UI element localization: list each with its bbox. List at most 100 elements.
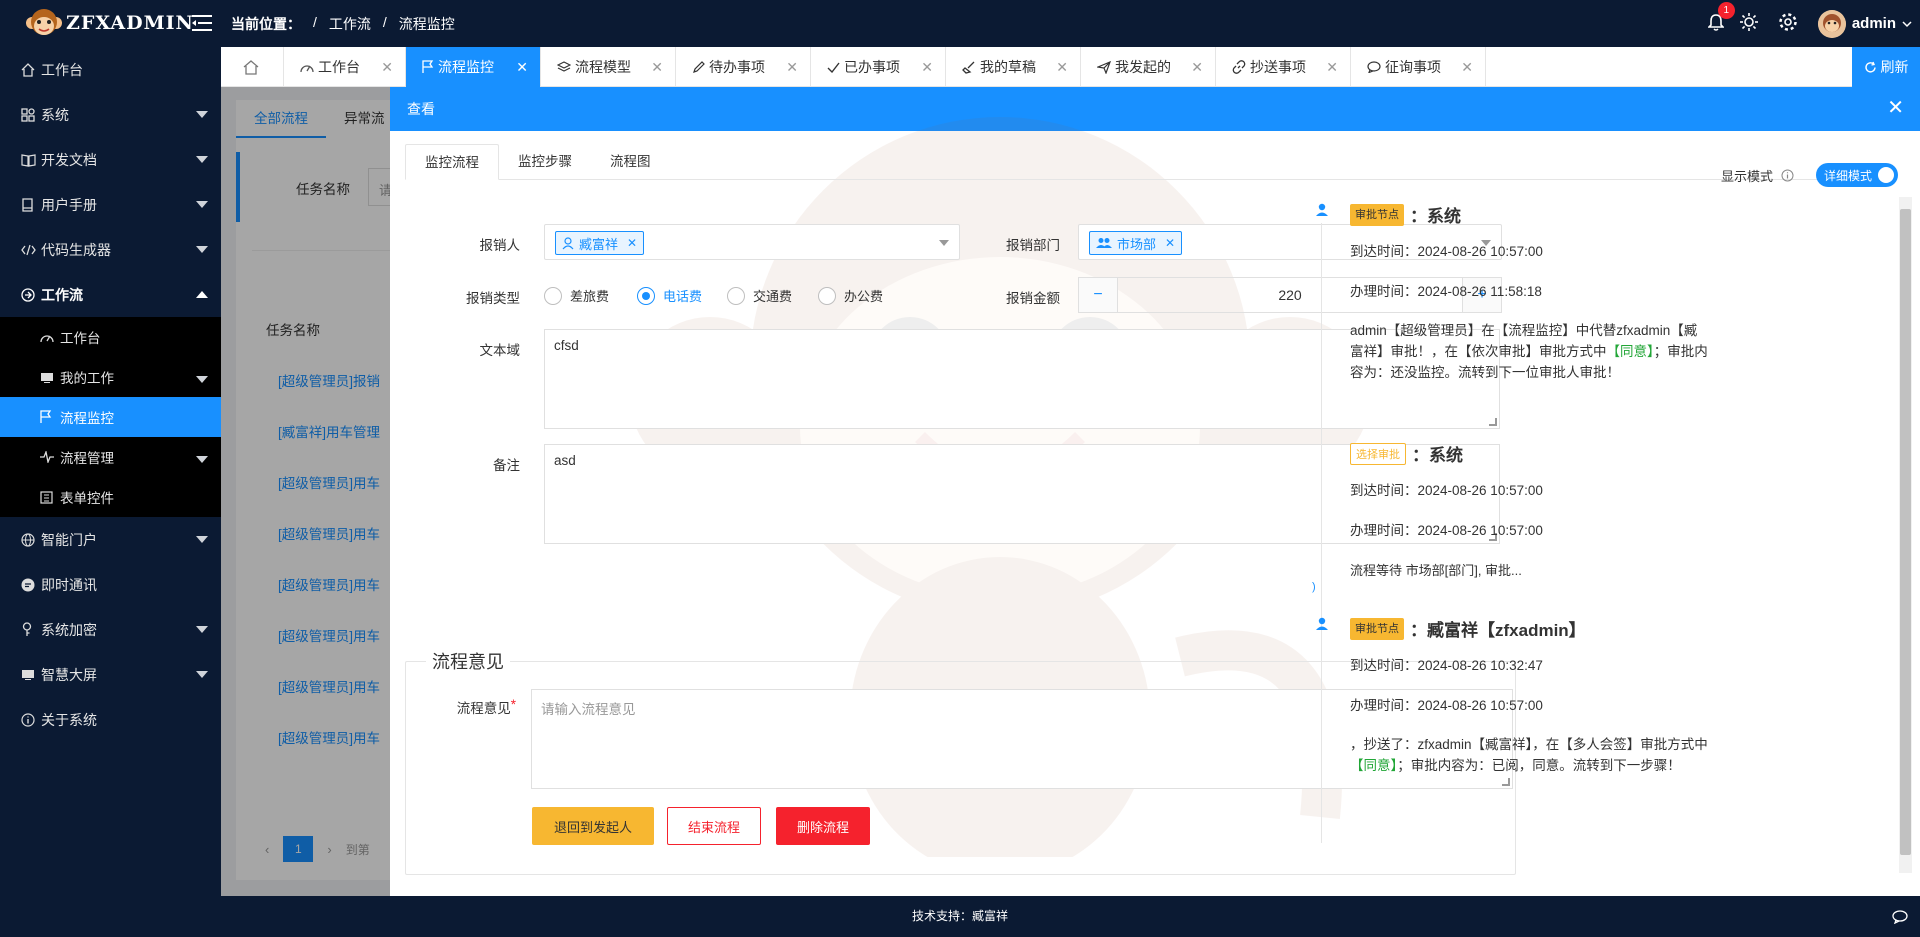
info-icon (21, 712, 37, 727)
username[interactable]: admin (1852, 15, 1896, 32)
page-tab-bar: 工作台 ✕ 流程监控 ✕ 流程模型 ✕ 待办事项 ✕ 已办事项 ✕ 我的草稿 ✕ 我发起的 ✕… (221, 47, 1920, 87)
sidebar-item-user-manual[interactable]: 用户手册 (0, 182, 221, 227)
caret-down-icon (196, 156, 208, 163)
chip-remove-icon[interactable]: ✕ (1165, 236, 1175, 250)
tab-drafts[interactable]: 我的草稿 ✕ (946, 47, 1081, 87)
tab-monitor-steps[interactable]: 监控步骤 (499, 144, 591, 180)
app-logo[interactable]: ZFXADMIN (26, 5, 194, 41)
sidebar-item-about[interactable]: 关于系统 (0, 697, 221, 742)
sidebar-subitem-my-work[interactable]: 我的工作 (0, 357, 221, 397)
sidebar-item-big-screen[interactable]: 智慧大屏 (0, 652, 221, 697)
tab-label: 流程模型 (575, 59, 631, 75)
node-title: ：臧富祥【zfxadmin】 (1410, 621, 1586, 640)
choice-node-icon: ) (1312, 581, 1316, 593)
close-icon[interactable]: ✕ (1056, 59, 1068, 76)
scrollbar-thumb[interactable] (1900, 209, 1911, 855)
radio-phone[interactable]: 电话费 (637, 286, 702, 305)
display-mode-toggle[interactable]: 详细模式 (1815, 163, 1898, 187)
tab-label: 工作台 (318, 59, 360, 75)
sidebar-subitem-label: 表单控件 (60, 491, 114, 506)
sidebar-submenu-workflow: 工作台 我的工作 流程监控 流程管理 表单控件 (0, 317, 221, 517)
sidebar-item-dashboard[interactable]: 工作台 (0, 47, 221, 92)
timeline-scrollbar[interactable] (1899, 197, 1912, 873)
radio-transport[interactable]: 交通费 (727, 286, 792, 305)
sidebar-item-label: 即时通讯 (41, 576, 97, 593)
sidebar-subitem-process-monitor[interactable]: 流程监控 (0, 397, 221, 437)
close-icon[interactable]: ✕ (786, 59, 798, 76)
workflow-icon (21, 287, 37, 302)
breadcrumb-label: 当前位置： (231, 16, 301, 32)
sidebar-subitem-dashboard[interactable]: 工作台 (0, 317, 221, 357)
applicant-select[interactable]: 臧富祥 ✕ (544, 224, 960, 260)
close-icon[interactable]: ✕ (651, 59, 663, 76)
tab-process-model[interactable]: 流程模型 ✕ (541, 47, 676, 87)
close-icon[interactable]: ✕ (1326, 59, 1338, 76)
tab-cc[interactable]: 抄送事项 ✕ (1216, 47, 1351, 87)
chat-bubble-icon[interactable] (1892, 910, 1908, 924)
settings-button[interactable] (1778, 12, 1798, 35)
tab-initiated[interactable]: 我发起的 ✕ (1081, 47, 1216, 87)
tab-consult[interactable]: 征询事项 ✕ (1351, 47, 1486, 87)
node-tag: 审批节点 (1350, 203, 1404, 226)
tab-done[interactable]: 已办事项 ✕ (811, 47, 946, 87)
footer: 技术支持：臧富祥 (0, 896, 1920, 937)
decrement-button[interactable]: − (1079, 278, 1117, 312)
sidebar-item-dev-docs[interactable]: 开发文档 (0, 137, 221, 182)
gear-icon (1779, 13, 1797, 31)
broom-icon (962, 61, 975, 74)
chip-remove-icon[interactable]: ✕ (627, 236, 637, 250)
close-icon[interactable]: ✕ (1191, 59, 1203, 76)
manual-icon (21, 197, 37, 212)
theme-toggle-button[interactable] (1739, 13, 1758, 34)
monitor-icon (21, 669, 37, 680)
sidebar-item-workflow[interactable]: 工作流 (0, 272, 221, 317)
sidebar-subitem-process-manage[interactable]: 流程管理 (0, 437, 221, 477)
menu-toggle-icon[interactable] (192, 14, 212, 35)
close-icon[interactable]: ✕ (1461, 59, 1473, 76)
sidebar-item-portal[interactable]: 智能门户 (0, 517, 221, 562)
tab-todo[interactable]: 待办事项 ✕ (676, 47, 811, 87)
breadcrumb-item-workflow[interactable]: 工作流 (329, 14, 371, 34)
node-description: admin【超级管理员】在【流程监控】中代替zfxadmin【臧富祥】审批！，在… (1350, 323, 1708, 380)
close-icon[interactable]: ✕ (921, 59, 933, 76)
layers-icon (557, 61, 571, 72)
send-icon (1097, 60, 1111, 74)
return-to-initiator-button[interactable]: 退回到发起人 (532, 807, 654, 845)
comment-icon (1367, 61, 1381, 73)
pulse-icon (40, 451, 56, 463)
tab-label: 待办事项 (709, 59, 765, 75)
tab-home[interactable] (221, 47, 284, 87)
node-handle-time: 办理时间：2024-08-26 10:57:00 (1350, 698, 1543, 713)
type-radio-group: 差旅费 电话费 交通费 办公费 (544, 286, 904, 306)
tab-process-monitor[interactable]: 流程监控 ✕ (406, 47, 541, 87)
caret-down-icon (196, 536, 208, 543)
sidebar-subitem-form-controls[interactable]: 表单控件 (0, 477, 221, 517)
close-icon[interactable]: ✕ (516, 59, 528, 76)
radio-label: 差旅费 (570, 289, 610, 304)
caret-down-icon (196, 671, 208, 678)
tab-flow-chart[interactable]: 流程图 (591, 144, 670, 180)
user-node-icon (1316, 617, 1328, 630)
code-icon (21, 244, 37, 256)
sidebar-subitem-label: 流程监控 (60, 411, 114, 426)
delete-process-button[interactable]: 删除流程 (776, 807, 870, 845)
avatar[interactable] (1817, 9, 1846, 38)
tab-monitor-process[interactable]: 监控流程 (405, 144, 499, 180)
radio-label: 交通费 (753, 289, 793, 304)
notification-button[interactable]: 1 (1706, 1, 1735, 34)
tab-dashboard[interactable]: 工作台 ✕ (284, 47, 406, 87)
radio-office[interactable]: 办公费 (818, 286, 883, 305)
sidebar-item-system[interactable]: 系统 (0, 92, 221, 137)
radio-travel[interactable]: 差旅费 (544, 286, 609, 305)
sidebar-item-encryption[interactable]: 系统加密 (0, 607, 221, 652)
close-icon[interactable]: ✕ (381, 59, 393, 76)
end-process-button[interactable]: 结束流程 (667, 807, 761, 845)
refresh-button[interactable]: 刷新 (1852, 47, 1920, 87)
sidebar-item-code-generator[interactable]: 代码生成器 (0, 227, 221, 272)
close-icon[interactable]: ✕ (1887, 98, 1904, 118)
chevron-down-icon[interactable] (1902, 20, 1912, 28)
sidebar-item-label: 系统 (41, 106, 69, 123)
tab-label: 我的草稿 (980, 59, 1036, 75)
sidebar-item-im[interactable]: 即时通讯 (0, 562, 221, 607)
timeline-node: 审批节点 ：臧富祥【zfxadmin】 到达时间：2024-08-26 10:32… (1350, 616, 1710, 776)
